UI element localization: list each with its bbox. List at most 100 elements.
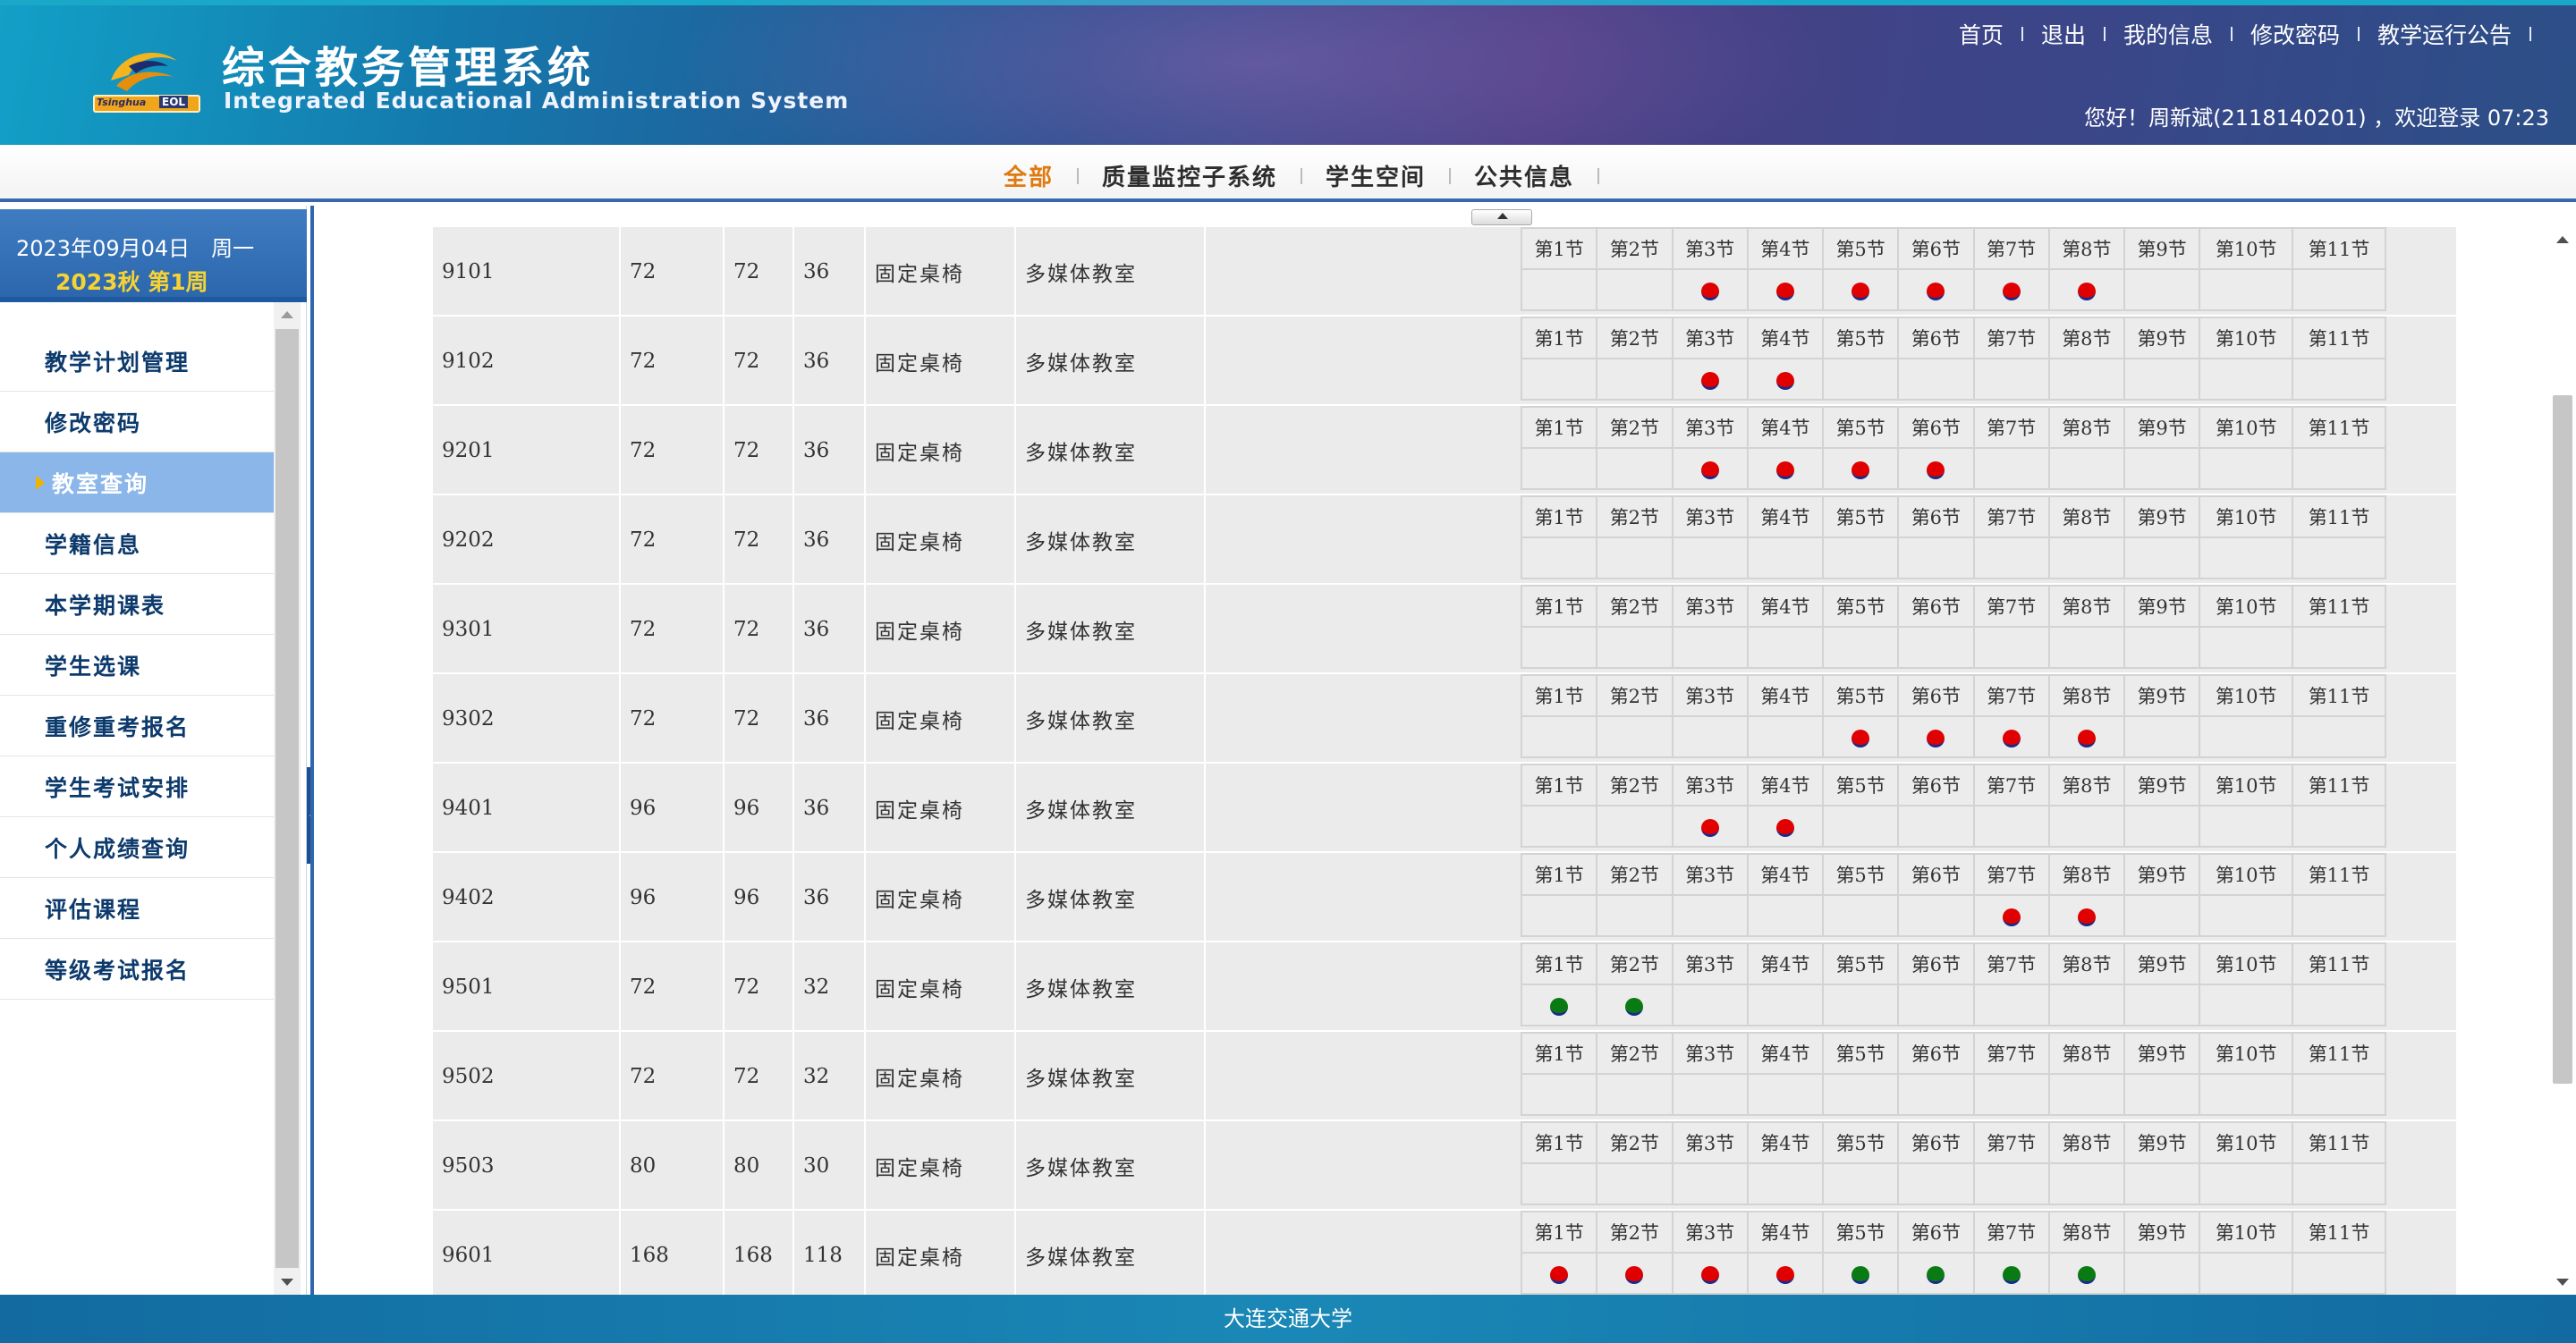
period-slot[interactable]: [1897, 805, 1975, 848]
period-slot[interactable]: [1520, 894, 1598, 937]
period-slot[interactable]: [1821, 536, 1900, 579]
sidebar-item[interactable]: 重修重考报名: [0, 696, 274, 756]
period-slot[interactable]: [1671, 894, 1749, 937]
nav-student-space[interactable]: 学生空间: [1326, 159, 1426, 192]
period-slot[interactable]: [1520, 626, 1598, 669]
change-password-link[interactable]: 修改密码: [2250, 18, 2340, 50]
occupied-red-dot-icon[interactable]: [1927, 460, 1945, 479]
period-slot[interactable]: [1746, 536, 1825, 579]
period-slot[interactable]: [1520, 1162, 1598, 1205]
period-slot[interactable]: [1897, 358, 1975, 401]
period-slot[interactable]: [1520, 715, 1598, 758]
period-slot[interactable]: [1671, 447, 1749, 490]
scrollbar-thumb[interactable]: [275, 329, 299, 1268]
period-slot[interactable]: [1897, 268, 1975, 311]
period-slot[interactable]: [1972, 447, 2050, 490]
period-slot[interactable]: [1972, 1073, 2050, 1116]
occupied-red-dot-icon[interactable]: [2002, 908, 2021, 926]
period-slot[interactable]: [1746, 894, 1825, 937]
period-slot[interactable]: [2199, 447, 2294, 490]
period-slot[interactable]: [1596, 536, 1674, 579]
period-slot[interactable]: [2292, 447, 2386, 490]
period-slot[interactable]: [2047, 1252, 2126, 1295]
occupied-red-dot-icon[interactable]: [1700, 460, 1719, 479]
period-slot[interactable]: [2047, 447, 2126, 490]
period-slot[interactable]: [2047, 358, 2126, 401]
sidebar-item[interactable]: 学籍信息: [0, 513, 274, 574]
nav-quality-monitoring[interactable]: 质量监控子系统: [1102, 159, 1277, 192]
period-slot[interactable]: [1671, 1073, 1749, 1116]
period-slot[interactable]: [1596, 268, 1674, 311]
sidebar-scrollbar[interactable]: [274, 302, 301, 1295]
occupied-red-dot-icon[interactable]: [1852, 729, 1870, 748]
occupied-red-dot-icon[interactable]: [2002, 282, 2021, 300]
occupied-red-dot-icon[interactable]: [1852, 282, 1870, 300]
period-slot[interactable]: [2047, 715, 2126, 758]
period-slot[interactable]: [2292, 805, 2386, 848]
period-slot[interactable]: [1746, 358, 1825, 401]
content-scrollbar[interactable]: [2549, 227, 2576, 1295]
occupied-green-dot-icon[interactable]: [1550, 997, 1569, 1016]
period-slot[interactable]: [1897, 1252, 1975, 1295]
scroll-down-icon[interactable]: [281, 1279, 293, 1286]
my-info-link[interactable]: 我的信息: [2123, 18, 2213, 50]
period-slot[interactable]: [2292, 984, 2386, 1026]
period-slot[interactable]: [1746, 626, 1825, 669]
period-slot[interactable]: [1972, 984, 2050, 1026]
scroll-down-icon[interactable]: [2556, 1279, 2569, 1286]
period-slot[interactable]: [2199, 805, 2294, 848]
sidebar-item[interactable]: 个人成绩查询: [0, 817, 274, 878]
sidebar-item[interactable]: 学生考试安排: [0, 756, 274, 817]
period-slot[interactable]: [2123, 268, 2201, 311]
period-slot[interactable]: [2292, 536, 2386, 579]
period-slot[interactable]: [2292, 268, 2386, 311]
period-slot[interactable]: [1746, 447, 1825, 490]
period-slot[interactable]: [1520, 536, 1598, 579]
period-slot[interactable]: [1972, 715, 2050, 758]
occupied-red-dot-icon[interactable]: [1700, 818, 1719, 837]
period-slot[interactable]: [1671, 1162, 1749, 1205]
period-slot[interactable]: [2123, 447, 2201, 490]
occupied-red-dot-icon[interactable]: [1550, 1265, 1569, 1284]
occupied-green-dot-icon[interactable]: [1625, 997, 1644, 1016]
occupied-red-dot-icon[interactable]: [2077, 282, 2096, 300]
period-slot[interactable]: [2123, 536, 2201, 579]
period-slot[interactable]: [2292, 1162, 2386, 1205]
period-slot[interactable]: [2292, 1252, 2386, 1295]
period-slot[interactable]: [2199, 268, 2294, 311]
occupied-green-dot-icon[interactable]: [1927, 1265, 1945, 1284]
period-slot[interactable]: [2047, 268, 2126, 311]
home-link[interactable]: 首页: [1959, 18, 2004, 50]
period-slot[interactable]: [2292, 358, 2386, 401]
period-slot[interactable]: [2199, 715, 2294, 758]
period-slot[interactable]: [1972, 626, 2050, 669]
period-slot[interactable]: [1972, 268, 2050, 311]
period-slot[interactable]: [1897, 984, 1975, 1026]
period-slot[interactable]: [1972, 358, 2050, 401]
occupied-red-dot-icon[interactable]: [1700, 1265, 1719, 1284]
logout-link[interactable]: 退出: [2041, 18, 2086, 50]
period-slot[interactable]: [1821, 358, 1900, 401]
period-slot[interactable]: [2123, 984, 2201, 1026]
period-slot[interactable]: [2047, 626, 2126, 669]
period-slot[interactable]: [1897, 626, 1975, 669]
period-slot[interactable]: [1596, 1252, 1674, 1295]
sidebar-item[interactable]: 修改密码: [0, 392, 274, 452]
period-slot[interactable]: [2123, 894, 2201, 937]
period-slot[interactable]: [2292, 1073, 2386, 1116]
period-slot[interactable]: [1972, 536, 2050, 579]
period-slot[interactable]: [2292, 715, 2386, 758]
sidebar-item[interactable]: 评估课程: [0, 878, 274, 939]
period-slot[interactable]: [2047, 805, 2126, 848]
occupied-red-dot-icon[interactable]: [1927, 729, 1945, 748]
period-slot[interactable]: [1821, 1252, 1900, 1295]
period-slot[interactable]: [2123, 715, 2201, 758]
period-slot[interactable]: [1746, 805, 1825, 848]
period-slot[interactable]: [2123, 805, 2201, 848]
occupied-red-dot-icon[interactable]: [1775, 282, 1794, 300]
announcement-link[interactable]: 教学运行公告: [2377, 18, 2512, 50]
period-slot[interactable]: [2047, 536, 2126, 579]
occupied-red-dot-icon[interactable]: [1700, 371, 1719, 390]
scroll-up-icon[interactable]: [2556, 236, 2569, 243]
period-slot[interactable]: [1596, 984, 1674, 1026]
